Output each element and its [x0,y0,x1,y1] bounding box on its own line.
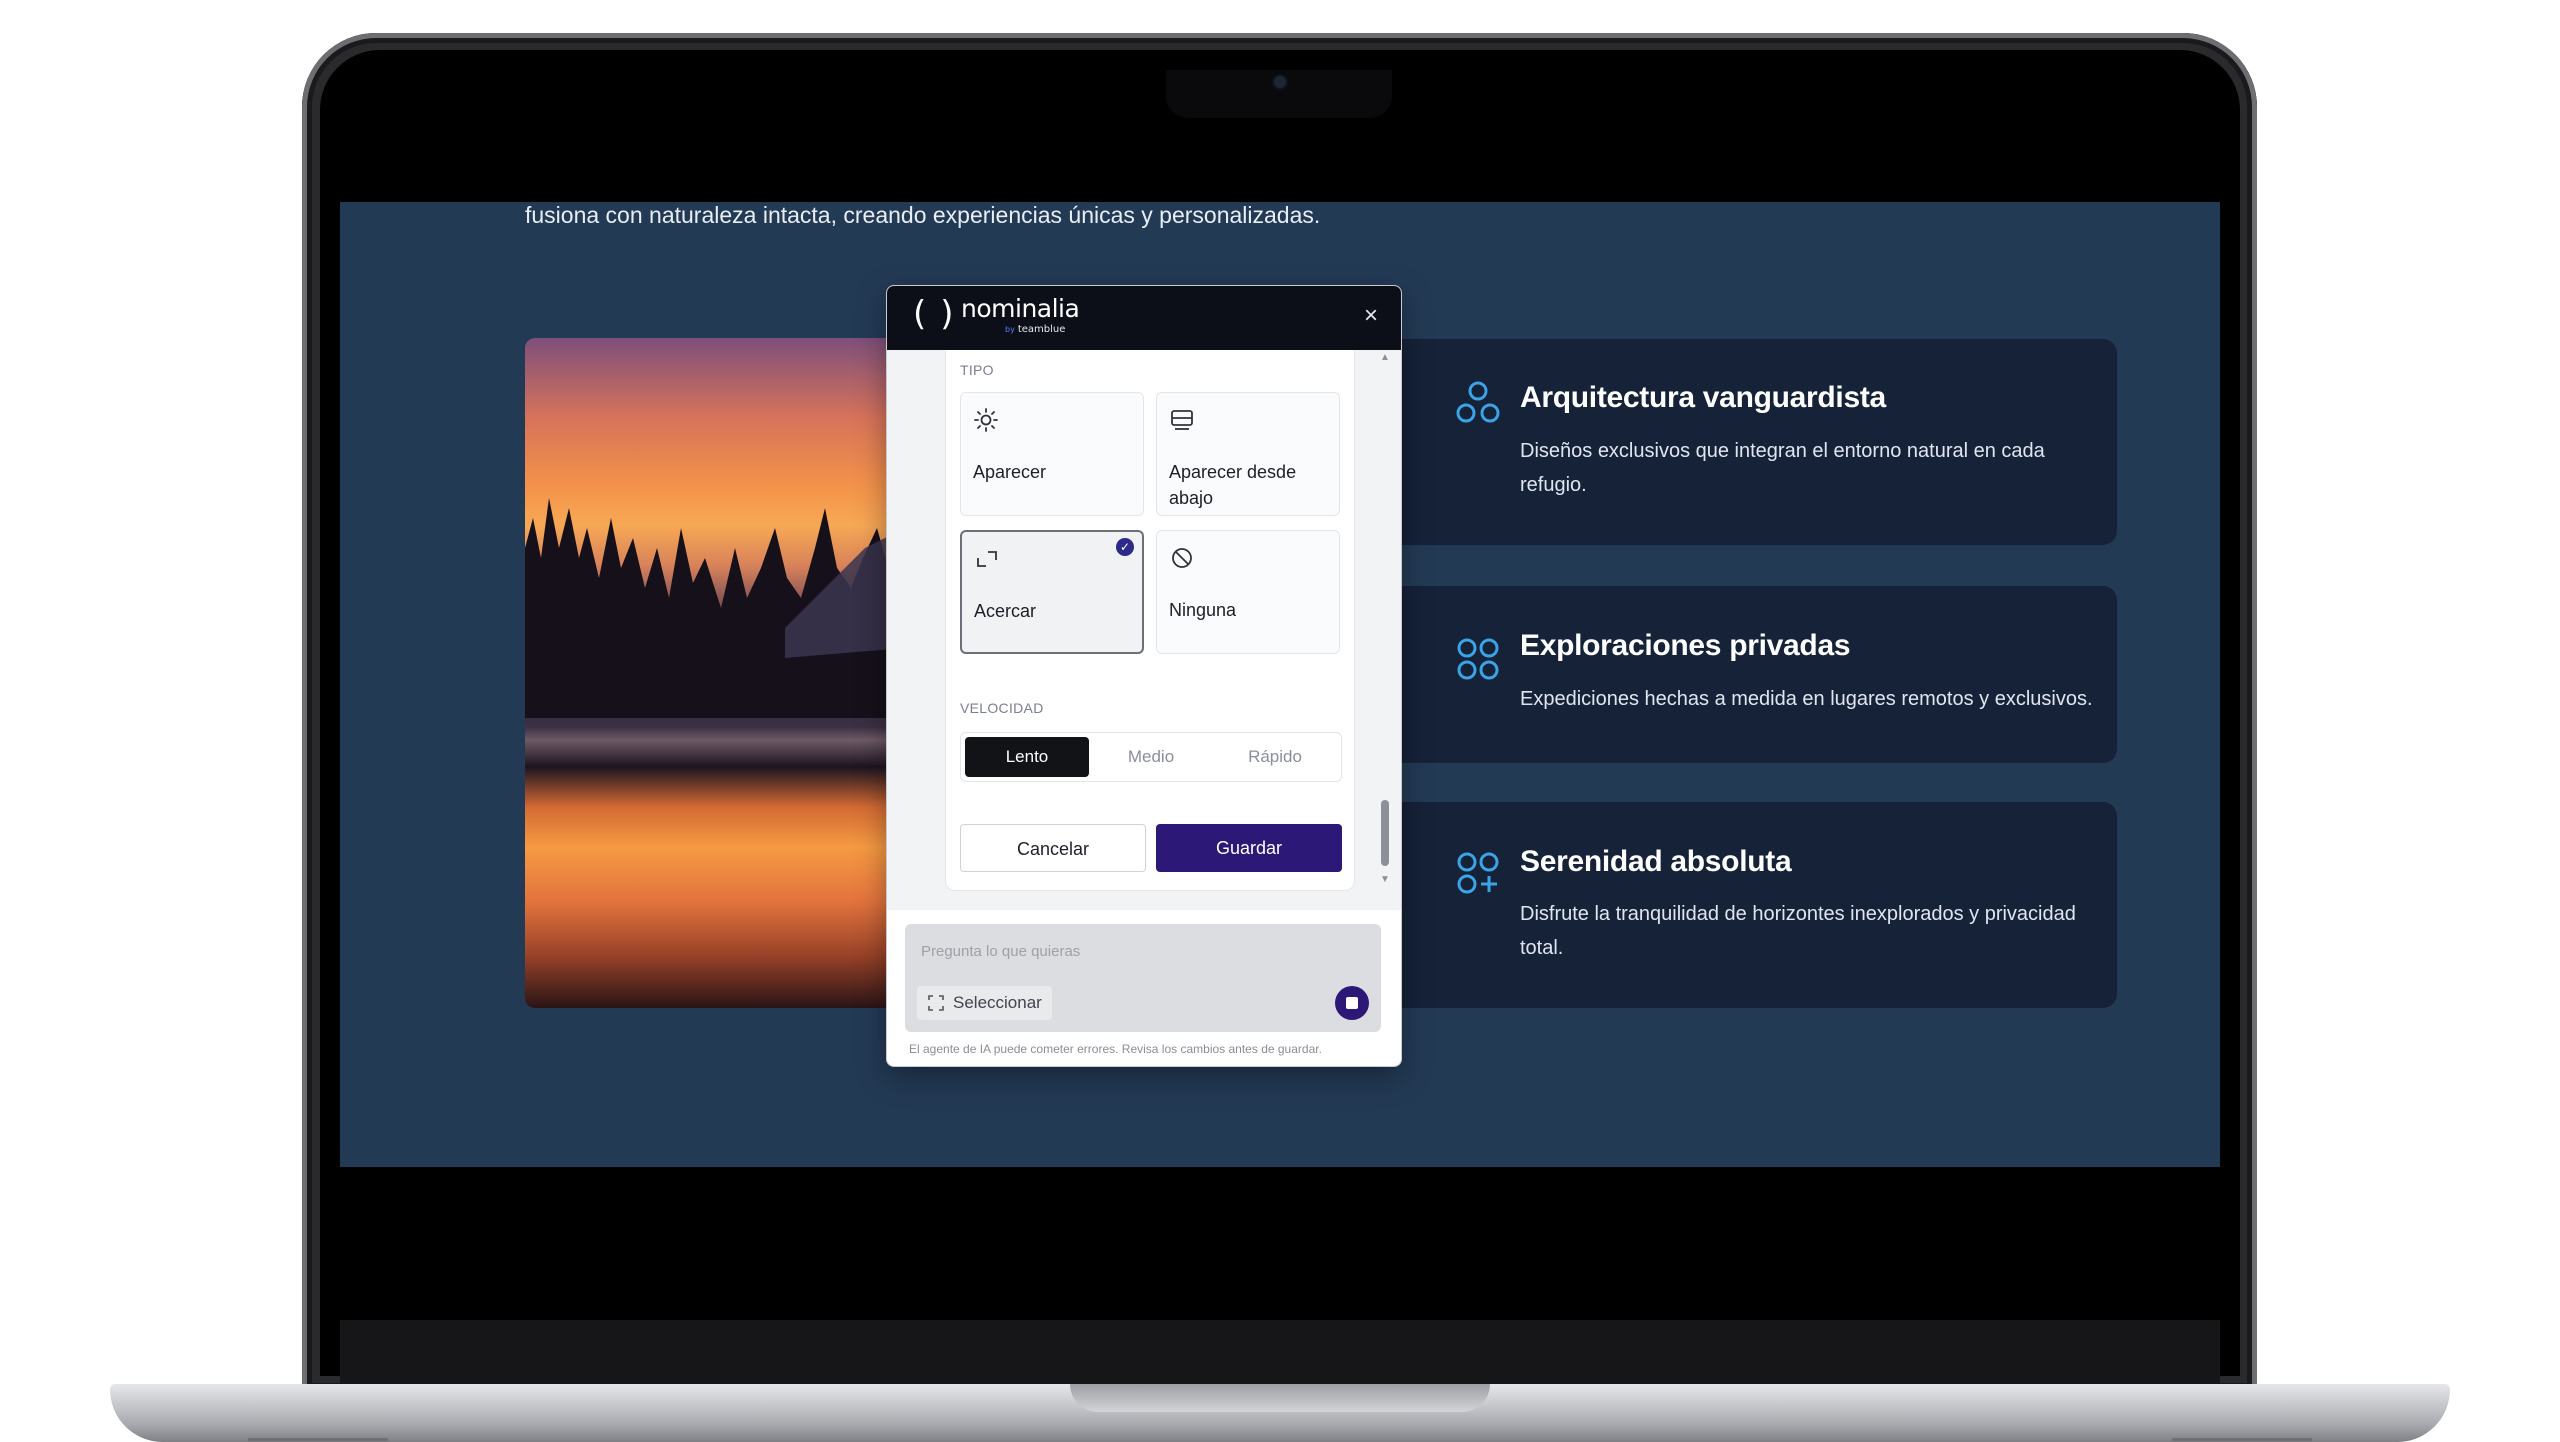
lake-sunset-photo [525,338,905,1008]
select-label: Seleccionar [953,993,1042,1012]
panel-header: () nominalia by teamblue × [887,286,1401,350]
slide-up-icon [1171,410,1193,430]
scroll-up-arrow-icon[interactable]: ▲ [1378,352,1392,363]
animation-editor-panel: () nominalia byteamblue × TIPO Aparecer [886,285,1402,1067]
feature-card-architecture: Arquitectura vanguardista Diseños exclus… [1375,339,2117,545]
feature-title: Arquitectura vanguardista [1520,381,1886,414]
velocidad-label: VELOCIDAD [960,700,1044,716]
stop-generation-button[interactable] [1335,986,1369,1020]
nominalia-logo-icon: () [913,294,968,334]
forest-silhouette [525,498,905,718]
speed-segmented-control: Lento Medio Rápido [960,732,1342,782]
brand-by: by [1005,325,1015,334]
animation-settings-card: TIPO Aparecer Aparecer desde abajo ✓ Ace… [945,350,1355,891]
camera-icon [1274,76,1286,88]
ai-disclaimer: El agente de IA puede cometer errores. R… [909,1042,1322,1056]
panel-scroll-area[interactable]: TIPO Aparecer Aparecer desde abajo ✓ Ace… [887,350,1401,910]
tipo-label: TIPO [960,362,994,378]
option-ninguna[interactable]: Ninguna [1156,530,1340,654]
option-label: Acercar [974,601,1037,621]
circles-plus-icon [1457,852,1499,894]
feature-description: Expediciones hechas a medida en lugares … [1520,688,2093,710]
feature-title: Serenidad absoluta [1520,845,1792,878]
chat-input[interactable] [919,934,1363,968]
option-label: Aparecer desde abajo [1169,462,1297,508]
brand-sub: teamblue [1017,324,1066,335]
scroll-down-arrow-icon[interactable]: ▼ [1378,874,1392,885]
feature-title: Exploraciones privadas [1520,629,1851,662]
feature-description: Diseños exclusivos que integran el entor… [1520,440,2045,496]
brand-subtitle: by teamblue [1005,324,1065,335]
select-element-button[interactable]: Seleccionar [917,986,1052,1020]
save-button[interactable]: Guardar [1156,824,1342,872]
sun-icon [974,408,998,432]
four-circles-icon [1457,638,1499,680]
select-area-icon [928,995,944,1011]
option-label: Ninguna [1169,600,1237,620]
laptop-opening-groove [1070,1384,1490,1412]
option-aparecer[interactable]: Aparecer [960,392,1144,516]
scrollbar-thumb[interactable] [1381,800,1389,866]
ban-icon [1172,548,1192,568]
selected-check-icon: ✓ [1116,538,1134,556]
ai-chat-box: Seleccionar [905,924,1381,1032]
feature-card-serenity: Serenidad absoluta Disfrute la tranquili… [1375,802,2117,1008]
intro-paragraph: fusiona con naturaleza intacta, creando … [525,202,1321,228]
screen-bottom-bezel [340,1320,2220,1384]
speed-option-rapido[interactable]: Rápido [1213,737,1337,777]
feature-description: Disfrute la tranquilidad de horizontes i… [1520,903,2076,959]
option-label: Aparecer [973,462,1047,482]
cancel-button[interactable]: Cancelar [960,824,1146,872]
expand-icon [977,551,997,567]
speed-option-lento[interactable]: Lento [965,737,1089,777]
circles-triangle-icon [1456,381,1500,423]
feature-card-explorations: Exploraciones privadas Expediciones hech… [1375,586,2117,763]
speed-option-medio[interactable]: Medio [1089,737,1213,777]
option-aparecer-desde-abajo[interactable]: Aparecer desde abajo [1156,392,1340,516]
option-acercar[interactable]: ✓ Acercar [960,530,1144,654]
brand-name: nominalia [961,294,1080,323]
close-button[interactable]: × [1357,302,1385,330]
